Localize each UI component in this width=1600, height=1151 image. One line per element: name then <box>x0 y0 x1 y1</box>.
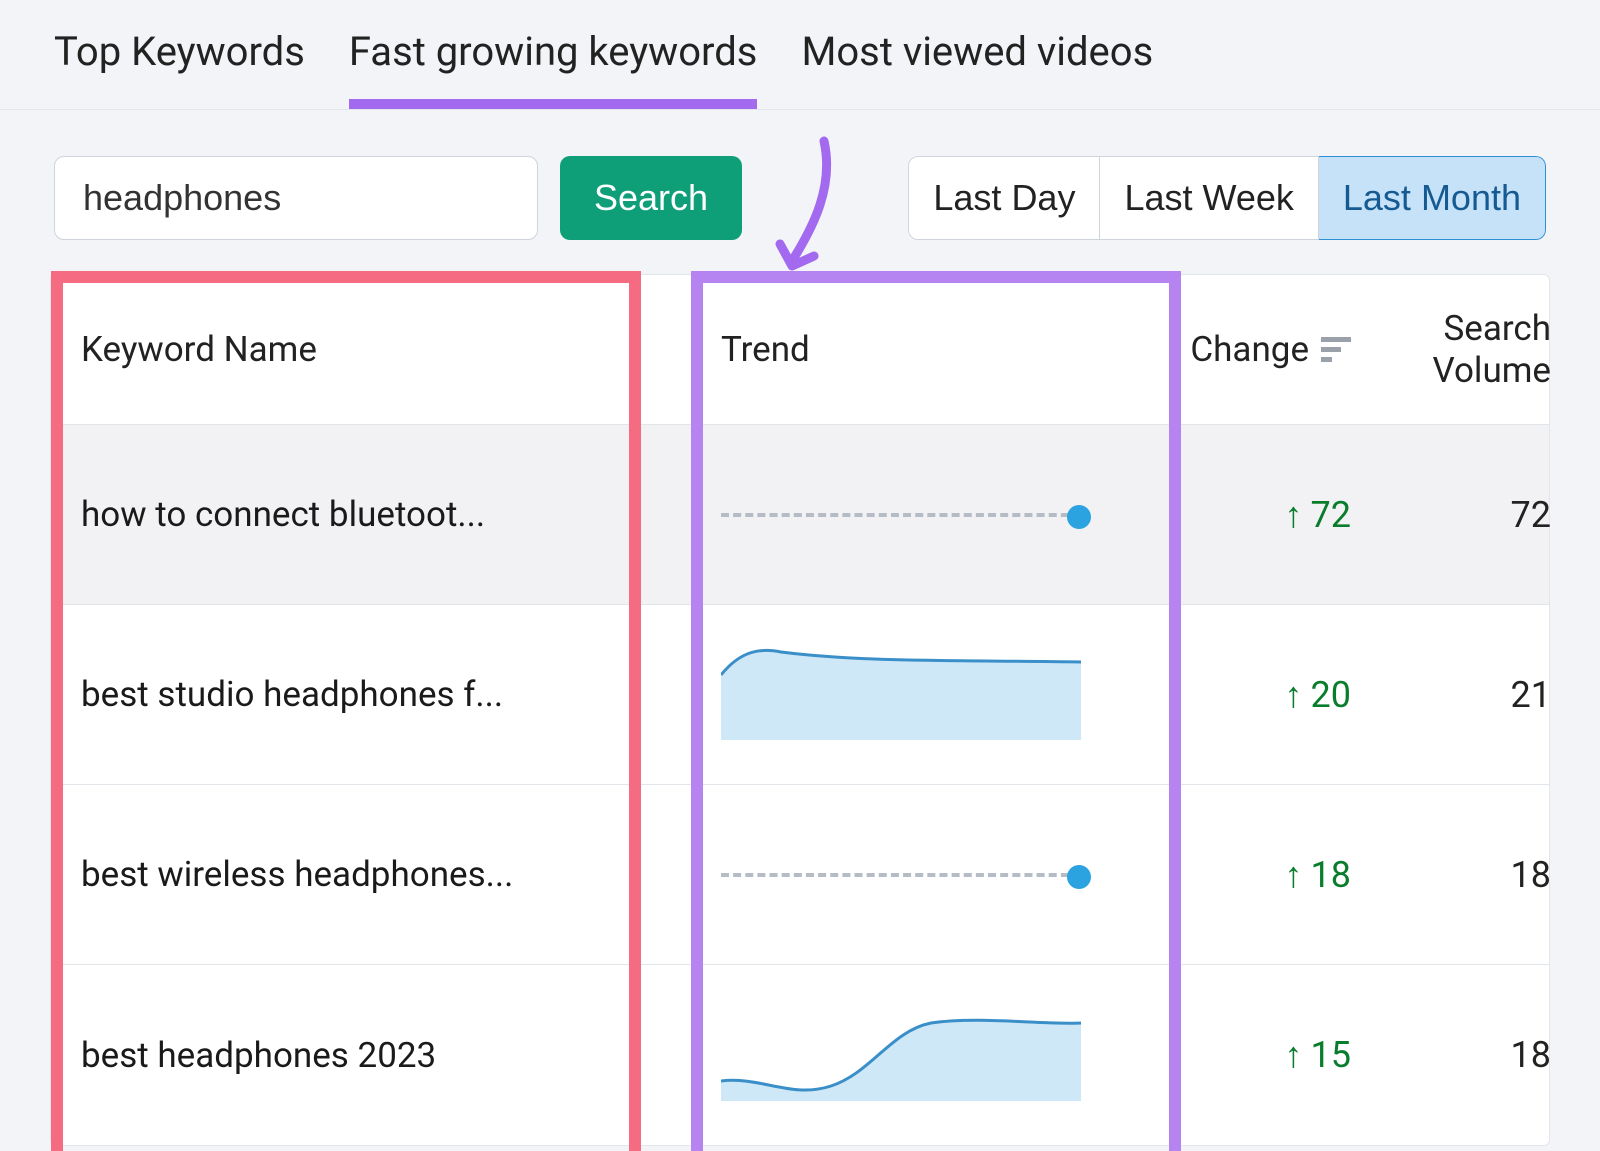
tab-most-viewed[interactable]: Most viewed videos <box>801 28 1153 109</box>
cell-keyword: best wireless headphones... <box>51 854 691 895</box>
col-trend[interactable]: Trend <box>691 329 1151 370</box>
cell-volume: 18 <box>1381 1034 1581 1076</box>
cell-change: ↑ 15 <box>1151 1034 1381 1076</box>
keywords-table: Keyword Name Trend Change Search Volume … <box>50 274 1550 1146</box>
cell-keyword: how to connect bluetoot... <box>51 494 691 535</box>
sparkline-area-icon <box>721 1001 1081 1101</box>
arrow-up-icon: ↑ <box>1285 497 1303 533</box>
sparkline-dash-icon <box>721 513 1081 517</box>
range-last-week[interactable]: Last Week <box>1100 156 1318 240</box>
search-button[interactable]: Search <box>560 156 742 240</box>
cell-volume: 21 <box>1381 674 1581 716</box>
search-input[interactable] <box>54 156 538 240</box>
date-range-group: Last Day Last Week Last Month <box>908 156 1546 240</box>
cell-change: ↑ 20 <box>1151 674 1381 716</box>
sparkline-dash-icon <box>721 873 1081 877</box>
cell-keyword: best studio headphones f... <box>51 674 691 715</box>
arrow-up-icon: ↑ <box>1285 857 1303 893</box>
cell-change-value: 72 <box>1311 494 1351 536</box>
tab-bar: Top Keywords Fast growing keywords Most … <box>0 0 1600 110</box>
cell-change-value: 20 <box>1311 674 1351 716</box>
cell-change-value: 15 <box>1311 1034 1351 1076</box>
cell-change: ↑ 72 <box>1151 494 1381 536</box>
cell-trend <box>691 513 1151 517</box>
col-search-volume[interactable]: Search Volume <box>1381 308 1581 392</box>
cell-change-value: 18 <box>1311 854 1351 896</box>
controls-row: Search Last Day Last Week Last Month <box>0 110 1600 274</box>
arrow-up-icon: ↑ <box>1285 677 1303 713</box>
table-row[interactable]: best studio headphones f... ↑ 20 21 <box>51 605 1549 785</box>
cell-keyword: best headphones 2023 <box>51 1035 691 1076</box>
sparkline-area-icon <box>721 640 1081 740</box>
range-last-month[interactable]: Last Month <box>1319 156 1546 240</box>
cell-trend <box>691 873 1151 877</box>
arrow-up-icon: ↑ <box>1285 1037 1303 1073</box>
cell-volume: 18 <box>1381 854 1581 896</box>
range-last-day[interactable]: Last Day <box>908 156 1100 240</box>
cell-change: ↑ 18 <box>1151 854 1381 896</box>
cell-volume: 72 <box>1381 494 1581 536</box>
table-row[interactable]: how to connect bluetoot... ↑ 72 72 <box>51 425 1549 605</box>
col-change-label: Change <box>1190 329 1309 370</box>
table-row[interactable]: best headphones 2023 ↑ 15 18 <box>51 965 1549 1145</box>
col-keyword-name[interactable]: Keyword Name <box>51 329 691 370</box>
table-row[interactable]: best wireless headphones... ↑ 18 18 <box>51 785 1549 965</box>
tab-top-keywords[interactable]: Top Keywords <box>54 28 305 109</box>
cell-trend <box>691 640 1151 749</box>
sort-desc-icon <box>1321 337 1351 363</box>
col-change[interactable]: Change <box>1151 329 1381 370</box>
cell-trend <box>691 1001 1151 1110</box>
tab-fast-growing[interactable]: Fast growing keywords <box>349 28 758 109</box>
table-header-row: Keyword Name Trend Change Search Volume <box>51 275 1549 425</box>
